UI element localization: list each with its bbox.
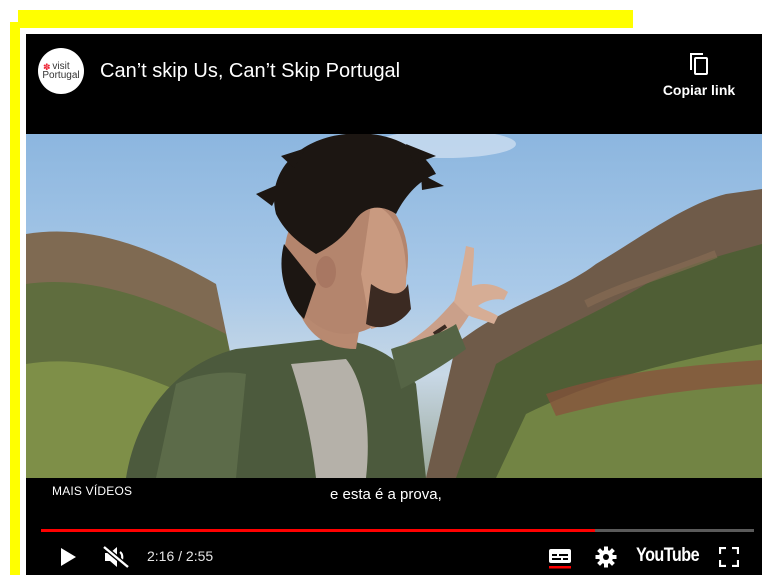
player-controls: 2:16 / 2:55 YouTube (26, 540, 762, 574)
video-player[interactable]: ✽ visit Portugal Can’t skip Us, Can’t Sk… (26, 34, 762, 575)
time-display: 2:16 / 2:55 (147, 548, 214, 564)
channel-avatar[interactable]: ✽ visit Portugal (38, 48, 84, 94)
visit-portugal-mark-icon: ✽ (43, 62, 51, 72)
subtitles-button[interactable] (545, 540, 575, 574)
copy-icon (690, 53, 708, 75)
play-button[interactable] (54, 540, 82, 574)
copy-link-label: Copiar link (662, 82, 736, 98)
mute-button[interactable] (100, 540, 132, 574)
play-icon (61, 548, 76, 566)
caption-text: e esta é a prova, (330, 486, 442, 503)
copy-link-button[interactable]: Copiar link (654, 52, 744, 98)
video-scene-illustration (26, 134, 762, 478)
volume-muted-icon (102, 545, 130, 569)
more-videos-button[interactable]: MAIS VÍDEOS (52, 484, 132, 498)
progress-played (41, 529, 595, 532)
yellow-frame-top (18, 10, 633, 28)
fullscreen-icon (719, 547, 739, 567)
fullscreen-button[interactable] (716, 540, 742, 574)
gear-icon (595, 546, 617, 568)
progress-bar[interactable] (41, 529, 754, 532)
settings-button[interactable] (592, 540, 620, 574)
video-frame[interactable] (26, 134, 762, 478)
youtube-logo[interactable]: YouTube (636, 545, 700, 567)
yellow-frame-left (10, 22, 20, 575)
subtitles-icon (549, 549, 571, 569)
player-title-bar: ✽ visit Portugal Can’t skip Us, Can’t Sk… (26, 34, 762, 134)
video-title[interactable]: Can’t skip Us, Can’t Skip Portugal (100, 60, 400, 83)
